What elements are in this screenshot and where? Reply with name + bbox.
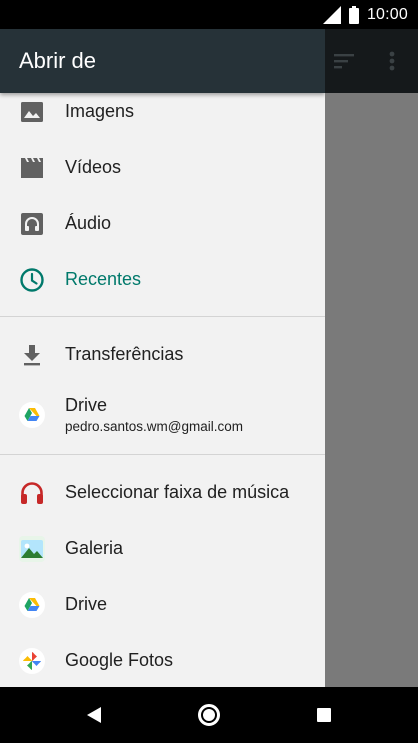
signal-icon	[322, 5, 341, 24]
drawer-item-label: Vídeos	[65, 157, 122, 177]
battery-icon	[348, 5, 359, 24]
drawer-divider	[0, 454, 325, 455]
drawer-item-gallery[interactable]: Galeria	[0, 521, 325, 577]
drawer-item-label: Drive	[65, 594, 108, 614]
status-time: 10:00	[366, 5, 408, 23]
drawer-item-label: Google Fotos	[65, 650, 174, 670]
more-options-icon[interactable]	[384, 49, 400, 73]
drive-account-email: pedro.santos.wm@gmail.com	[65, 419, 244, 434]
back-icon[interactable]	[86, 706, 102, 724]
video-icon	[19, 155, 45, 181]
drawer-title: Abrir de	[19, 48, 97, 73]
drawer-item-videos[interactable]: Vídeos	[0, 140, 325, 196]
drawer-item-audio[interactable]: Áudio	[0, 196, 325, 252]
drawer-item-drive-account[interactable]: Drive pedro.santos.wm@gmail.com	[0, 383, 325, 447]
drawer-item-label: Seleccionar faixa de música	[65, 482, 290, 502]
drawer-item-label: Transferências	[65, 344, 184, 364]
drawer-divider	[0, 316, 325, 317]
google-drive-icon	[19, 592, 45, 618]
drawer-item-label: Galeria	[65, 538, 124, 558]
drawer-item-select-music-track[interactable]: Seleccionar faixa de música	[0, 465, 325, 521]
drawer-item-label: Drive	[65, 395, 108, 415]
google-drive-icon	[19, 402, 45, 428]
status-bar: 10:00	[0, 0, 418, 29]
drawer-item-label: Recentes	[65, 269, 142, 289]
drawer-header: Abrir de	[0, 29, 325, 93]
gallery-icon	[19, 536, 45, 562]
drawer-item-recents[interactable]: Recentes	[0, 252, 325, 308]
clock-icon	[19, 267, 45, 293]
google-photos-icon	[19, 648, 45, 674]
drawer-item-downloads[interactable]: Transferências	[0, 327, 325, 383]
navigation-drawer: Abrir de Imagens Vídeos Áudio Recentes T…	[0, 29, 325, 687]
sort-icon[interactable]	[332, 51, 356, 71]
drawer-item-label: Imagens	[65, 101, 135, 121]
drawer-item-google-photos[interactable]: Google Fotos	[0, 633, 325, 687]
headphones-icon	[19, 480, 45, 506]
drawer-item-label: Áudio	[65, 213, 112, 233]
drawer-item-drive[interactable]: Drive	[0, 577, 325, 633]
system-navigation-bar	[0, 687, 418, 743]
recent-apps-icon[interactable]	[317, 708, 331, 722]
download-icon	[19, 342, 45, 368]
home-icon[interactable]	[198, 704, 220, 726]
audio-icon	[19, 211, 45, 237]
image-icon	[19, 99, 45, 125]
